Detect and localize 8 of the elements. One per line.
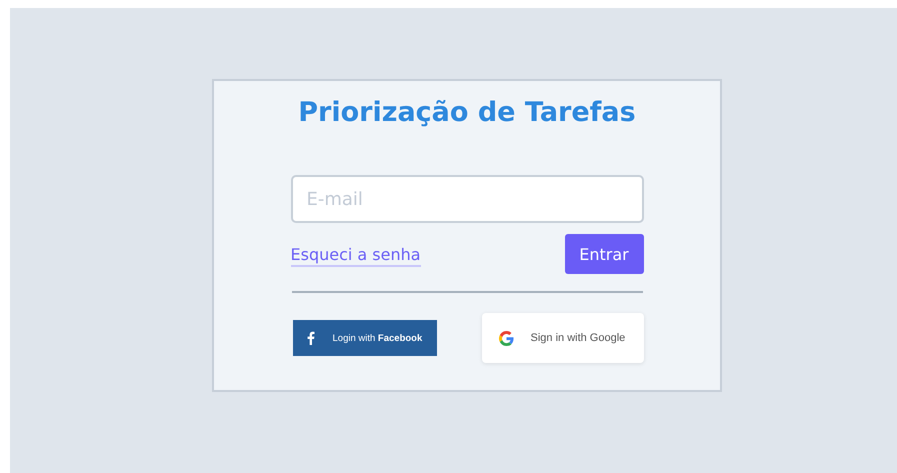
google-icon (498, 330, 514, 346)
forgot-password-link[interactable]: Esqueci a senha (290, 245, 421, 267)
submit-button[interactable]: Entrar (564, 234, 644, 274)
app-title: Priorização de Tarefas (298, 97, 636, 128)
facebook-login-button[interactable]: Login with Facebook (292, 320, 436, 356)
email-field[interactable]: E-mail (290, 175, 644, 223)
facebook-icon (306, 331, 314, 345)
google-signin-button[interactable]: Sign in with Google (482, 313, 644, 363)
